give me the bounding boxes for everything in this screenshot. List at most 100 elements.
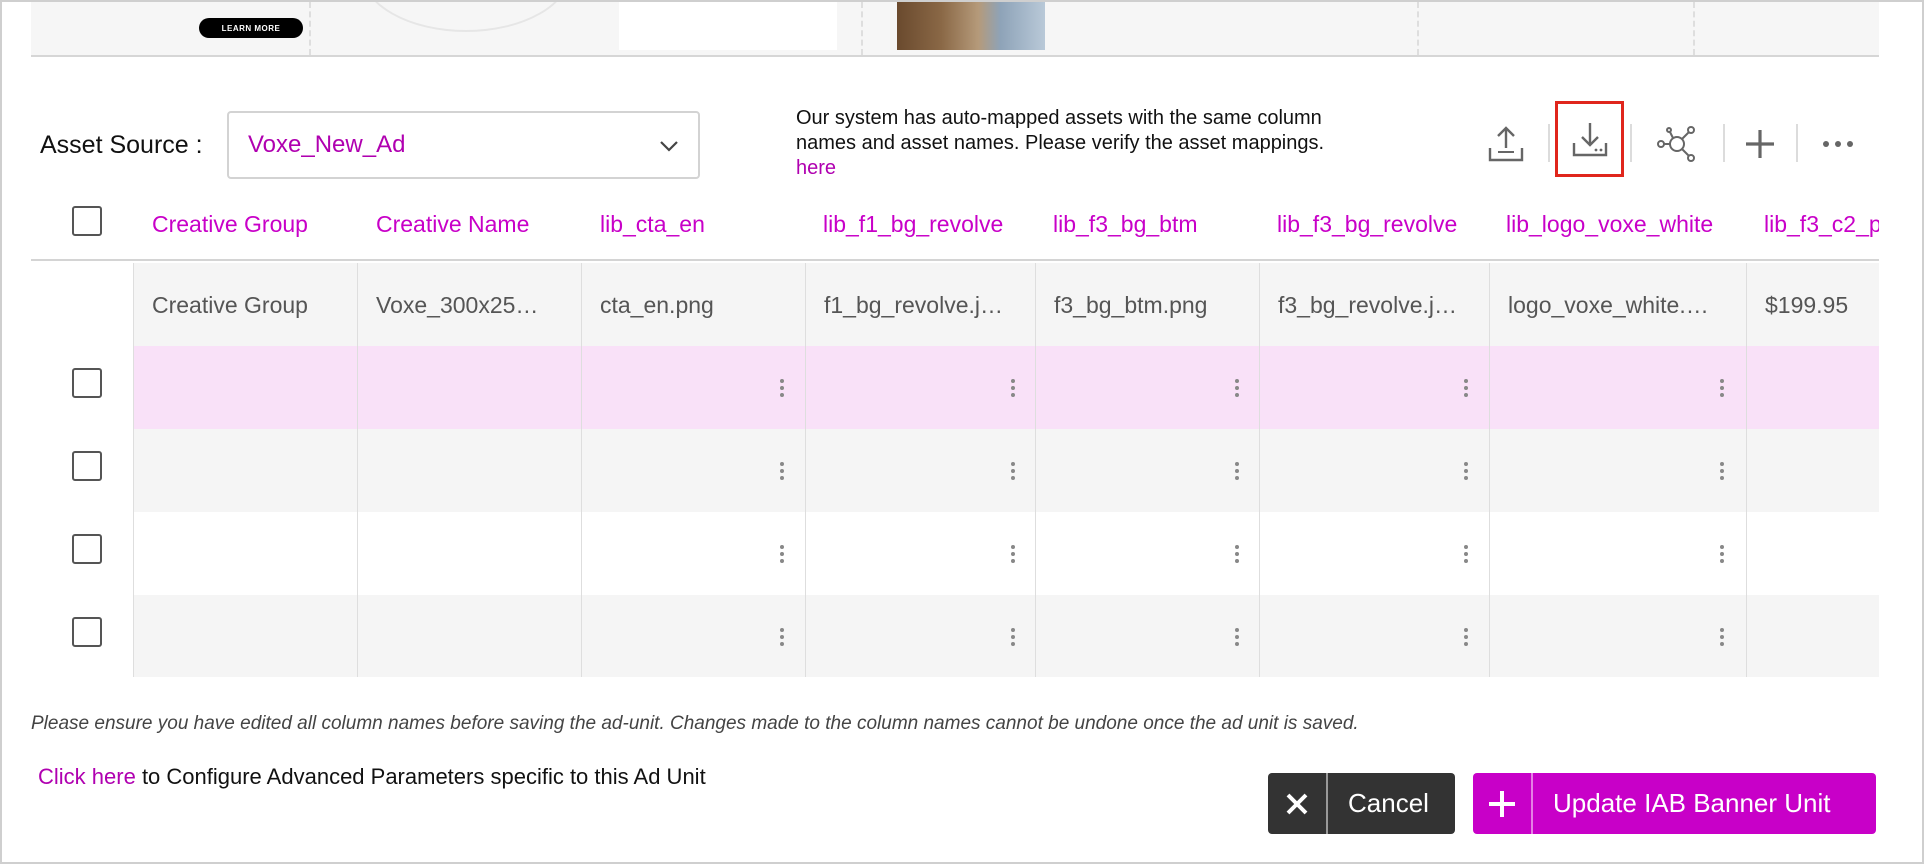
cancel-button-label: Cancel [1348, 788, 1429, 818]
select-all-checkbox[interactable] [72, 206, 102, 236]
cell-menu-icon[interactable] [780, 462, 784, 480]
table-cell[interactable] [1746, 429, 1879, 512]
update-banner-unit-button[interactable]: Update IAB Banner Unit [1473, 773, 1876, 834]
column-header[interactable]: lib_cta_en [600, 211, 705, 238]
table-cell[interactable] [805, 429, 1035, 512]
preview-divider [861, 2, 863, 55]
cell-menu-icon[interactable] [1235, 379, 1239, 397]
table-cell[interactable] [1746, 346, 1879, 429]
advanced-parameters-link[interactable]: Click here [38, 764, 136, 789]
table-cell[interactable] [133, 512, 357, 595]
table-cell[interactable] [581, 346, 805, 429]
add-button[interactable] [1728, 112, 1792, 176]
table-cell[interactable] [1259, 346, 1489, 429]
asset-source-dropdown[interactable]: Voxe_New_Ad [227, 111, 700, 179]
upload-button[interactable] [1474, 112, 1538, 176]
table-cell[interactable] [805, 346, 1035, 429]
table-cell[interactable] [357, 346, 581, 429]
column-header[interactable]: lib_f1_bg_revolve [823, 211, 1003, 238]
table-cell[interactable]: f3_bg_revolve.j… [1259, 263, 1489, 346]
table-row [31, 346, 1879, 429]
cell-menu-icon[interactable] [1720, 462, 1724, 480]
download-button[interactable] [1555, 101, 1624, 177]
table-cell[interactable] [1259, 512, 1489, 595]
preview-divider [309, 2, 311, 55]
column-header[interactable]: lib_f3_c2_p [1764, 211, 1879, 238]
table-cell[interactable]: Creative Group [133, 263, 357, 346]
cell-menu-icon[interactable] [1464, 545, 1468, 563]
row-checkbox[interactable] [72, 617, 102, 647]
plus-icon [1473, 773, 1533, 834]
cell-menu-icon[interactable] [780, 379, 784, 397]
network-button[interactable] [1645, 112, 1709, 176]
table-cell[interactable] [133, 346, 357, 429]
auto-map-info-link[interactable]: here [796, 157, 836, 179]
column-header[interactable]: lib_logo_voxe_white [1506, 211, 1713, 238]
cancel-button[interactable]: Cancel [1268, 773, 1455, 834]
plus-icon [1746, 130, 1774, 158]
asset-mapping-table: Creative Group Creative Name lib_cta_en … [31, 197, 1879, 677]
cell-menu-icon[interactable] [780, 545, 784, 563]
preview-graphic [361, 2, 571, 32]
column-header[interactable]: Creative Group [152, 211, 308, 238]
table-cell[interactable] [1746, 512, 1879, 595]
cell-menu-icon[interactable] [1011, 462, 1015, 480]
more-options-button[interactable] [1806, 112, 1870, 176]
cell-menu-icon[interactable] [1011, 628, 1015, 646]
cell-menu-icon[interactable] [1464, 628, 1468, 646]
column-header[interactable]: Creative Name [376, 211, 529, 238]
table-cell[interactable]: cta_en.png [581, 263, 805, 346]
auto-map-info: Our system has auto-mapped assets with t… [796, 106, 1356, 181]
table-cell[interactable] [1035, 595, 1259, 677]
table-cell[interactable]: Voxe_300x25… [357, 263, 581, 346]
column-header[interactable]: lib_f3_bg_revolve [1277, 211, 1457, 238]
cell-menu-icon[interactable] [1011, 545, 1015, 563]
table-cell[interactable] [581, 512, 805, 595]
table-cell[interactable] [1746, 595, 1879, 677]
row-checkbox[interactable] [72, 368, 102, 398]
table-cell[interactable] [357, 595, 581, 677]
table-cell[interactable] [581, 595, 805, 677]
preview-divider [1693, 2, 1695, 55]
table-cell[interactable] [1259, 429, 1489, 512]
table-cell[interactable] [357, 429, 581, 512]
table-cell[interactable] [133, 429, 357, 512]
column-header[interactable]: lib_f3_bg_btm [1053, 211, 1198, 238]
table-cell[interactable] [805, 595, 1035, 677]
toolbar-separator [1630, 124, 1632, 162]
table-cell[interactable]: f3_bg_btm.png [1035, 263, 1259, 346]
table-cell[interactable] [1489, 429, 1746, 512]
column-names-warning: Please ensure you have edited all column… [31, 713, 1359, 734]
table-cell[interactable] [1259, 595, 1489, 677]
cell-menu-icon[interactable] [1464, 462, 1468, 480]
cell-menu-icon[interactable] [1720, 628, 1724, 646]
table-cell[interactable] [133, 595, 357, 677]
table-cell[interactable] [1035, 346, 1259, 429]
row-checkbox[interactable] [72, 451, 102, 481]
table-cell[interactable]: $199.95 [1746, 263, 1879, 346]
cell-menu-icon[interactable] [1720, 545, 1724, 563]
cell-menu-icon[interactable] [1011, 379, 1015, 397]
table-cell[interactable] [1489, 512, 1746, 595]
table-cell[interactable] [805, 512, 1035, 595]
table-cell[interactable]: f1_bg_revolve.j… [805, 263, 1035, 346]
cell-menu-icon[interactable] [1720, 379, 1724, 397]
network-icon [1657, 126, 1695, 162]
cell-menu-icon[interactable] [1235, 545, 1239, 563]
cell-menu-icon[interactable] [1235, 628, 1239, 646]
table-cell[interactable] [1035, 429, 1259, 512]
table-cell[interactable] [1035, 512, 1259, 595]
preview-photo [897, 2, 1045, 50]
table-cell[interactable] [357, 512, 581, 595]
table-cell[interactable] [1489, 346, 1746, 429]
table-cell[interactable]: logo_voxe_white.… [1489, 263, 1746, 346]
preview-divider [1417, 2, 1419, 55]
table-cell[interactable] [581, 429, 805, 512]
cell-menu-icon[interactable] [1235, 462, 1239, 480]
cell-menu-icon[interactable] [780, 628, 784, 646]
table-cell[interactable] [1489, 595, 1746, 677]
row-checkbox[interactable] [72, 534, 102, 564]
cell-menu-icon[interactable] [1464, 379, 1468, 397]
close-icon [1268, 773, 1328, 834]
advanced-parameters-line: Click here to Configure Advanced Paramet… [38, 764, 706, 790]
